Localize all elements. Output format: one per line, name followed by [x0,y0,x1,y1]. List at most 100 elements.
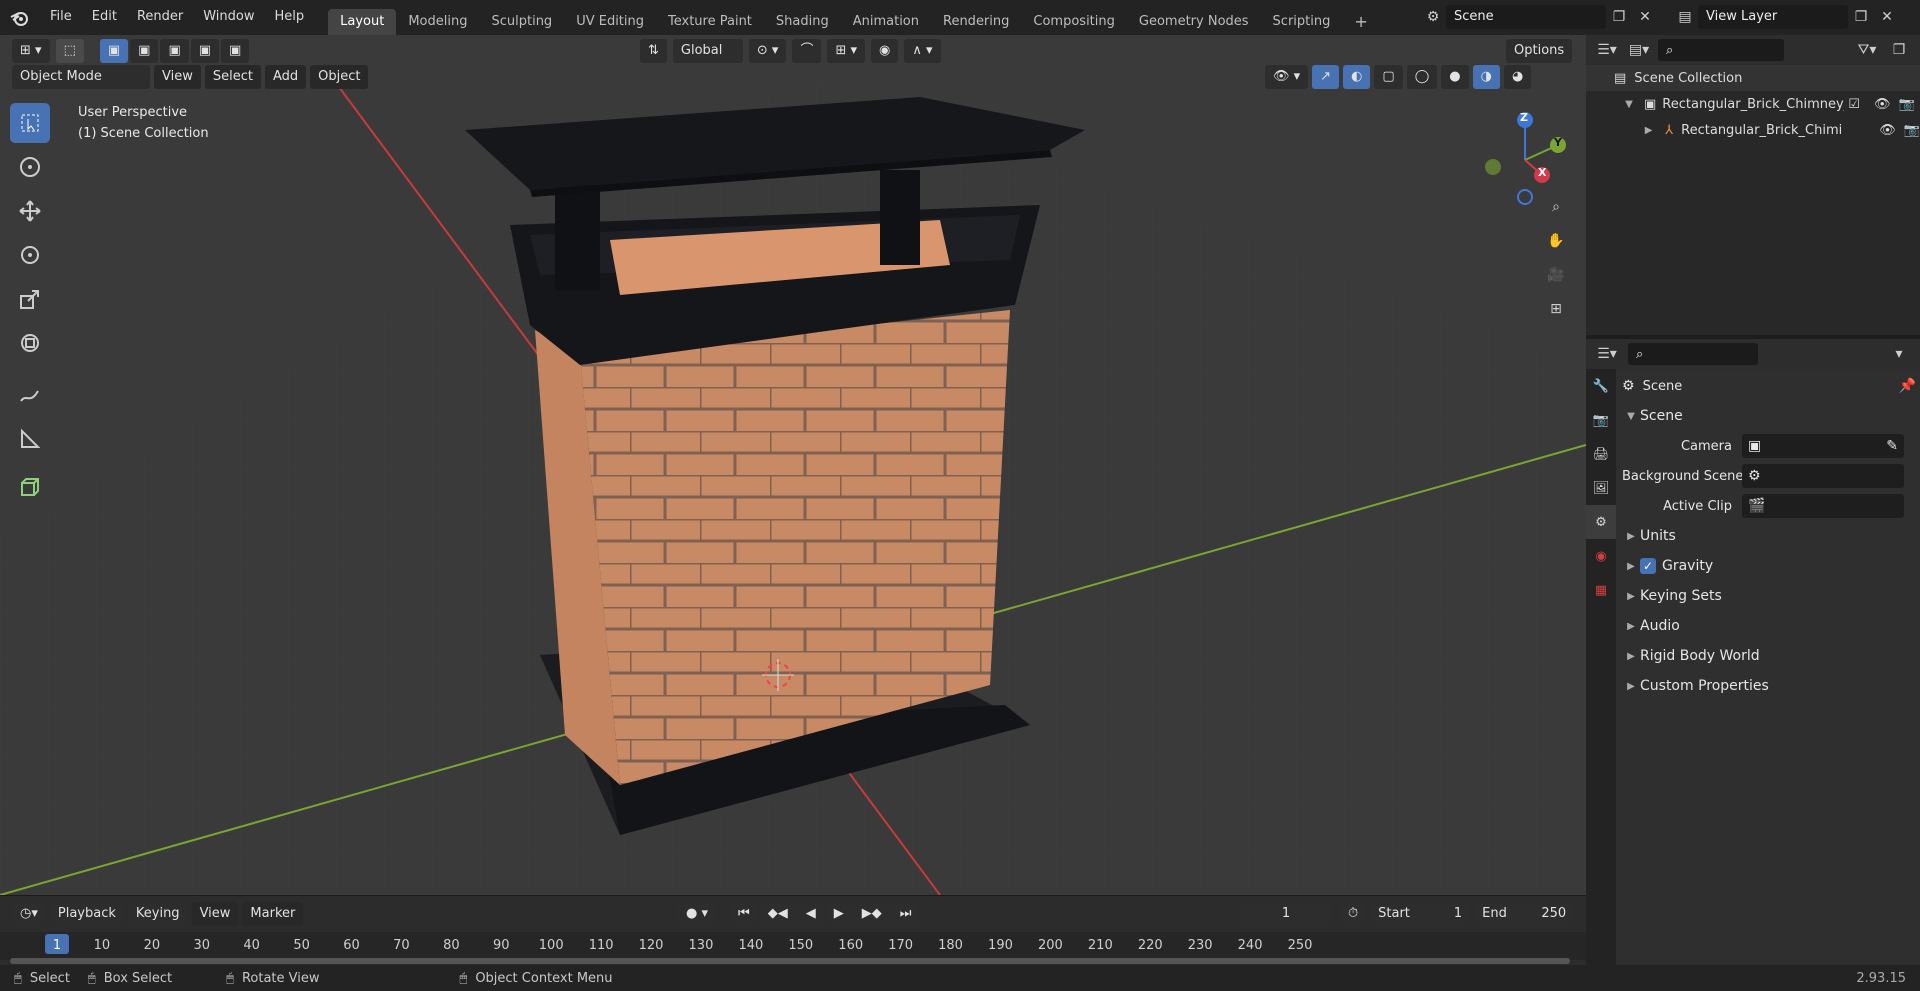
background-scene-field[interactable]: ⚙ [1742,464,1904,488]
add-workspace-icon[interactable]: + [1342,9,1379,35]
new-collection-icon[interactable]: ❐ [1886,38,1912,62]
mode-extend-icon[interactable]: ▣ [130,39,159,63]
viewport-menu-select[interactable]: Select [204,65,261,89]
options-button[interactable]: Options [1506,39,1573,63]
copy-scene-icon[interactable]: ❐ [1606,5,1632,29]
play-reverse-icon[interactable]: ◀ [797,902,824,926]
expand-object-icon[interactable]: ▶ [1640,125,1657,136]
units-panel-header[interactable]: ▶ Units [1622,521,1916,551]
annotate-tool-icon[interactable] [10,375,50,415]
select-box-tool-icon[interactable] [10,103,50,143]
menu-file[interactable]: File [40,0,82,35]
snap-icon[interactable]: ⌒ [792,39,822,63]
tab-modeling[interactable]: Modeling [396,9,479,35]
scene-tab-icon[interactable]: ⚙ [1586,505,1616,539]
scene-panel-header[interactable]: ▼ Scene [1622,401,1916,431]
view-layer-field[interactable]: View Layer [1698,5,1848,29]
object-visibility-icon[interactable]: 👁 [1879,123,1896,138]
falloff-icon[interactable]: ∧ ▾ [904,39,941,63]
scene-field[interactable]: Scene [1446,5,1606,29]
collection-camera-icon[interactable]: 📷 [1898,97,1914,112]
tab-animation[interactable]: Animation [841,9,931,35]
end-frame-field[interactable]: End 250 [1474,902,1575,926]
object-camera-icon[interactable]: 📷 [1904,123,1920,138]
mode-subtract-icon[interactable]: ▣ [160,39,189,63]
output-tab-icon[interactable]: 🖨 [1586,437,1616,471]
prev-keyframe-icon[interactable]: ◆◀ [759,902,796,926]
properties-editor-type-icon[interactable]: ☰▾ [1594,342,1620,366]
properties-search-input[interactable]: ⌕ [1628,343,1758,365]
tool-tab-icon[interactable]: 🔧 [1586,369,1616,403]
audio-panel-header[interactable]: ▶ Audio [1622,611,1916,641]
timeline-menu-marker[interactable]: Marker [242,902,304,926]
zoom-view-icon[interactable]: ⌕ [1543,195,1569,219]
tab-sculpting[interactable]: Sculpting [479,9,564,35]
tab-texture-paint[interactable]: Texture Paint [656,9,764,35]
expand-collection-icon[interactable]: ▼ [1620,99,1638,110]
viewport-menu-object[interactable]: Object [310,65,369,89]
ortho-view-icon[interactable]: ⊞ [1543,297,1569,321]
collection-visibility-icon[interactable]: 👁 [1874,97,1891,112]
wireframe-shading-icon[interactable]: ◯ [1406,65,1438,89]
outliner-editor-type-icon[interactable]: ☰▾ [1594,38,1620,62]
editor-type-icon[interactable]: ⊞ ▾ [12,39,50,63]
preview-range-icon[interactable]: ⏱ [1340,902,1367,926]
transform-orientation-icon[interactable]: ⇅ [640,39,667,63]
select-tool-icon[interactable]: ⬚ [55,39,84,63]
overlay-toggle-icon[interactable]: ◐ [1343,65,1371,89]
pivot-point-icon[interactable]: ⊙ ▾ [748,39,787,63]
timeline-menu-playback[interactable]: Playback [49,902,124,926]
auto-keying-icon[interactable]: ● ▾ [678,902,717,926]
gizmo-toggle-icon[interactable]: ↗ [1312,65,1340,89]
material-shading-icon[interactable]: ◑ [1472,65,1500,89]
gravity-checkbox[interactable]: ✓ [1640,558,1656,574]
view-layer-icon[interactable]: ▤ [1672,5,1698,29]
scene-icon[interactable]: ⚙ [1420,5,1446,29]
current-frame-field[interactable]: 1 [1240,902,1332,926]
timeline-scrollbar[interactable] [10,958,1570,964]
start-frame-field[interactable]: Start 1 [1370,902,1471,926]
eyedropper-icon[interactable]: ✎ [1886,438,1898,454]
custom-properties-panel-header[interactable]: ▶ Custom Properties [1622,671,1916,701]
viewport-menu-view[interactable]: View [154,65,201,89]
world-tab-icon[interactable]: ◉ [1586,539,1616,573]
tab-rendering[interactable]: Rendering [931,9,1021,35]
scale-tool-icon[interactable] [10,279,50,319]
tab-shading[interactable]: Shading [764,9,841,35]
outliner-row-object[interactable]: ▶ ⅄ Rectangular_Brick_Chimi 👁 📷 [1586,117,1920,143]
xray-toggle-icon[interactable]: ▢ [1374,65,1403,89]
mode-intersect-icon[interactable]: ▣ [221,39,250,63]
play-icon[interactable]: ▶ [825,902,852,926]
tab-geometry-nodes[interactable]: Geometry Nodes [1127,9,1261,35]
visibility-icon[interactable]: 👁 ▾ [1265,65,1309,89]
cursor-tool-icon[interactable] [10,147,50,187]
active-clip-field[interactable]: 🎬 [1742,494,1904,518]
menu-help[interactable]: Help [265,0,315,35]
close-view-layer-icon[interactable]: ✕ [1874,5,1900,29]
timeline-menu-view[interactable]: View [191,902,239,926]
solid-shading-icon[interactable]: ● [1441,65,1469,89]
outliner-row-scene-collection[interactable]: ▤ Scene Collection [1586,65,1920,91]
timeline-menu-keying[interactable]: Keying [127,902,188,926]
3d-viewport[interactable]: ⊞ ▾ ⬚ ▣ ▣ ▣ ▣ ▣ ⇅ Global ⊙ ▾ ⌒ ⊞ ▾ ◉ ∧ ▾… [0,35,1586,895]
gravity-panel-header[interactable]: ▶ ✓ Gravity [1622,551,1916,581]
blender-logo-icon[interactable] [0,0,40,35]
move-tool-icon[interactable] [10,191,50,231]
transform-orientation-select[interactable]: Global [672,39,743,63]
object-mode-select[interactable]: Object Mode [12,65,150,89]
view-layer-tab-icon[interactable]: 🖼 [1586,471,1616,505]
jump-end-icon[interactable]: ⏭ [891,902,920,926]
menu-render[interactable]: Render [127,0,193,35]
mode-invert-icon[interactable]: ▣ [190,39,220,63]
menu-window[interactable]: Window [193,0,264,35]
snap-target-icon[interactable]: ⊞ ▾ [827,39,866,63]
texture-tab-icon[interactable]: ▦ [1586,573,1616,607]
tab-compositing[interactable]: Compositing [1021,9,1127,35]
rigid-body-world-panel-header[interactable]: ▶ Rigid Body World [1622,641,1916,671]
tab-scripting[interactable]: Scripting [1261,9,1343,35]
keying-sets-panel-header[interactable]: ▶ Keying Sets [1622,581,1916,611]
menu-edit[interactable]: Edit [82,0,127,35]
tab-uv-editing[interactable]: UV Editing [564,9,656,35]
pan-view-icon[interactable]: ✋ [1543,229,1569,253]
add-cube-tool-icon[interactable] [10,467,50,507]
